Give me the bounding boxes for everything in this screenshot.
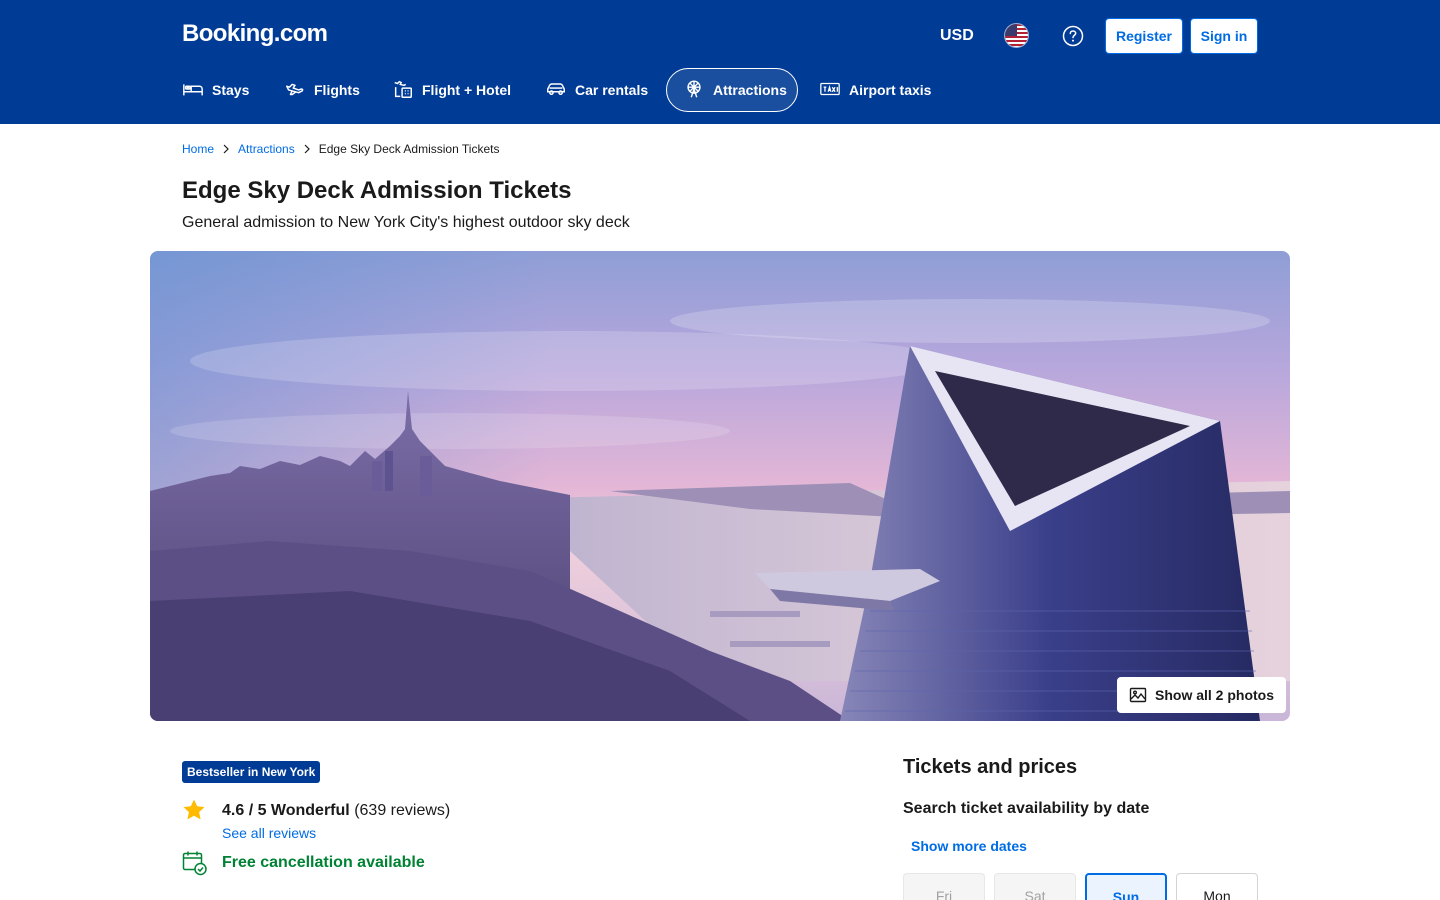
tickets-heading: Tickets and prices	[903, 756, 1078, 778]
nav-label: Airport taxis	[849, 82, 932, 98]
car-icon	[545, 78, 567, 103]
signin-button[interactable]: Sign in	[1190, 18, 1258, 54]
plane-icon	[284, 78, 306, 103]
free-cancellation-text: Free cancellation available	[222, 854, 425, 871]
date-option-sun[interactable]: Sun	[1085, 873, 1167, 900]
nav-label: Flights	[314, 82, 360, 98]
flight-hotel-icon	[392, 78, 414, 103]
bed-icon	[182, 78, 204, 103]
calendar-check-icon	[182, 851, 207, 876]
booking-logo[interactable]: Booking.com	[182, 20, 328, 48]
date-option-fri[interactable]: Fri	[903, 873, 985, 900]
skyline-photo	[150, 251, 1290, 721]
nav-airport-taxis[interactable]: Airport taxis	[803, 68, 947, 112]
chevron-right-icon	[223, 144, 229, 154]
currency-selector[interactable]: USD	[940, 26, 974, 46]
breadcrumb-current: Edge Sky Deck Admission Tickets	[318, 142, 500, 156]
register-button[interactable]: Register	[1105, 18, 1183, 54]
nav-attractions[interactable]: Attractions	[666, 68, 798, 112]
date-search-heading: Search ticket availability by date	[903, 800, 1150, 817]
page-title: Edge Sky Deck Admission Tickets	[182, 177, 572, 204]
nav-label: Attractions	[713, 82, 787, 98]
breadcrumb-home[interactable]: Home	[182, 141, 214, 157]
taxi-icon	[819, 78, 841, 103]
ferris-wheel-icon	[683, 78, 705, 103]
nav-label: Stays	[212, 82, 250, 98]
show-all-photos-button[interactable]: Show all 2 photos	[1117, 677, 1287, 713]
nav-label: Car rentals	[575, 82, 649, 98]
breadcrumb: Home Attractions Edge Sky Deck Admission…	[182, 141, 499, 157]
date-option-sat[interactable]: Sat	[994, 873, 1076, 900]
gallery-icon	[1129, 687, 1147, 703]
nav-flight-hotel[interactable]: Flight + Hotel	[376, 68, 527, 112]
rating-count: (639 reviews)	[354, 802, 451, 819]
chevron-right-icon	[304, 144, 310, 154]
star-icon	[183, 799, 205, 820]
help-icon[interactable]	[1062, 25, 1084, 47]
rating-summary: 4.6 / 5 Wonderful (639 reviews)	[222, 801, 450, 821]
breadcrumb-attractions[interactable]: Attractions	[238, 141, 295, 157]
see-all-reviews-link[interactable]: See all reviews	[222, 825, 316, 841]
hero-photo[interactable]: Show all 2 photos	[150, 251, 1290, 721]
top-header: Booking.com USD Register Sign in Stays F…	[0, 0, 1440, 124]
bestseller-badge: Bestseller in New York	[182, 761, 321, 783]
date-option-mon[interactable]: Mon	[1176, 873, 1258, 900]
nav-flights[interactable]: Flights	[268, 68, 376, 112]
nav-stays[interactable]: Stays	[166, 68, 265, 112]
show-photos-label: Show all 2 photos	[1155, 687, 1275, 703]
nav-label: Flight + Hotel	[422, 82, 512, 98]
rating-score: 4.6 / 5 Wonderful	[222, 802, 350, 819]
page-subtitle: General admission to New York City's hig…	[182, 214, 630, 231]
show-more-dates-link[interactable]: Show more dates	[911, 838, 1027, 854]
us-flag-icon[interactable]	[1004, 23, 1029, 48]
nav-car-rentals[interactable]: Car rentals	[529, 68, 664, 112]
